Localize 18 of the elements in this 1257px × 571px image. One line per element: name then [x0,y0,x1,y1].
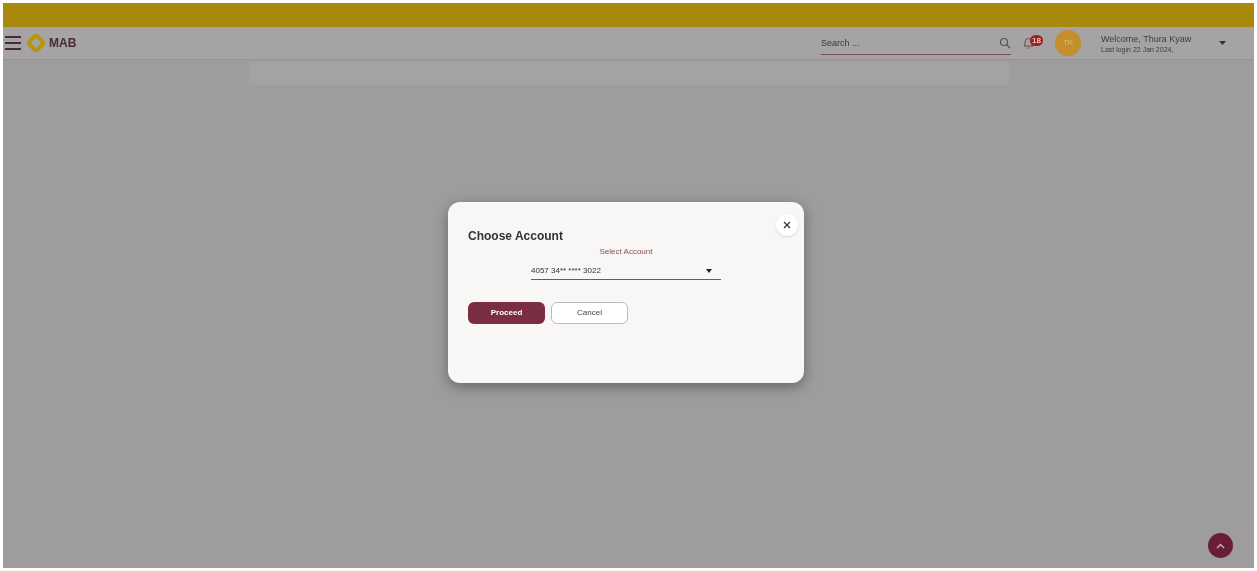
field-label: Select Account [599,247,653,257]
close-button[interactable] [776,214,798,236]
caret-icon[interactable] [1219,41,1226,45]
chevron-up-icon[interactable] [1216,542,1225,549]
logo-icon [27,34,45,52]
search-field[interactable]: Search ... [821,31,999,54]
welcome-text: Welcome, Thura Kyaw [1101,32,1193,45]
account-select[interactable]: 4057 34** **** 3022 [531,263,721,280]
close-icon[interactable] [783,221,791,229]
notification-count: 18 [1030,35,1043,46]
cancel-button[interactable]: Cancel [551,302,628,324]
dialog-title: Choose Account [468,229,564,243]
bell-icon[interactable] [1023,37,1034,49]
logo-text: MAB [49,35,77,52]
proceed-button[interactable]: Proceed [468,302,545,324]
menu-icon[interactable] [5,36,21,50]
caret-icon [706,269,712,273]
search-icon[interactable] [999,36,1011,49]
